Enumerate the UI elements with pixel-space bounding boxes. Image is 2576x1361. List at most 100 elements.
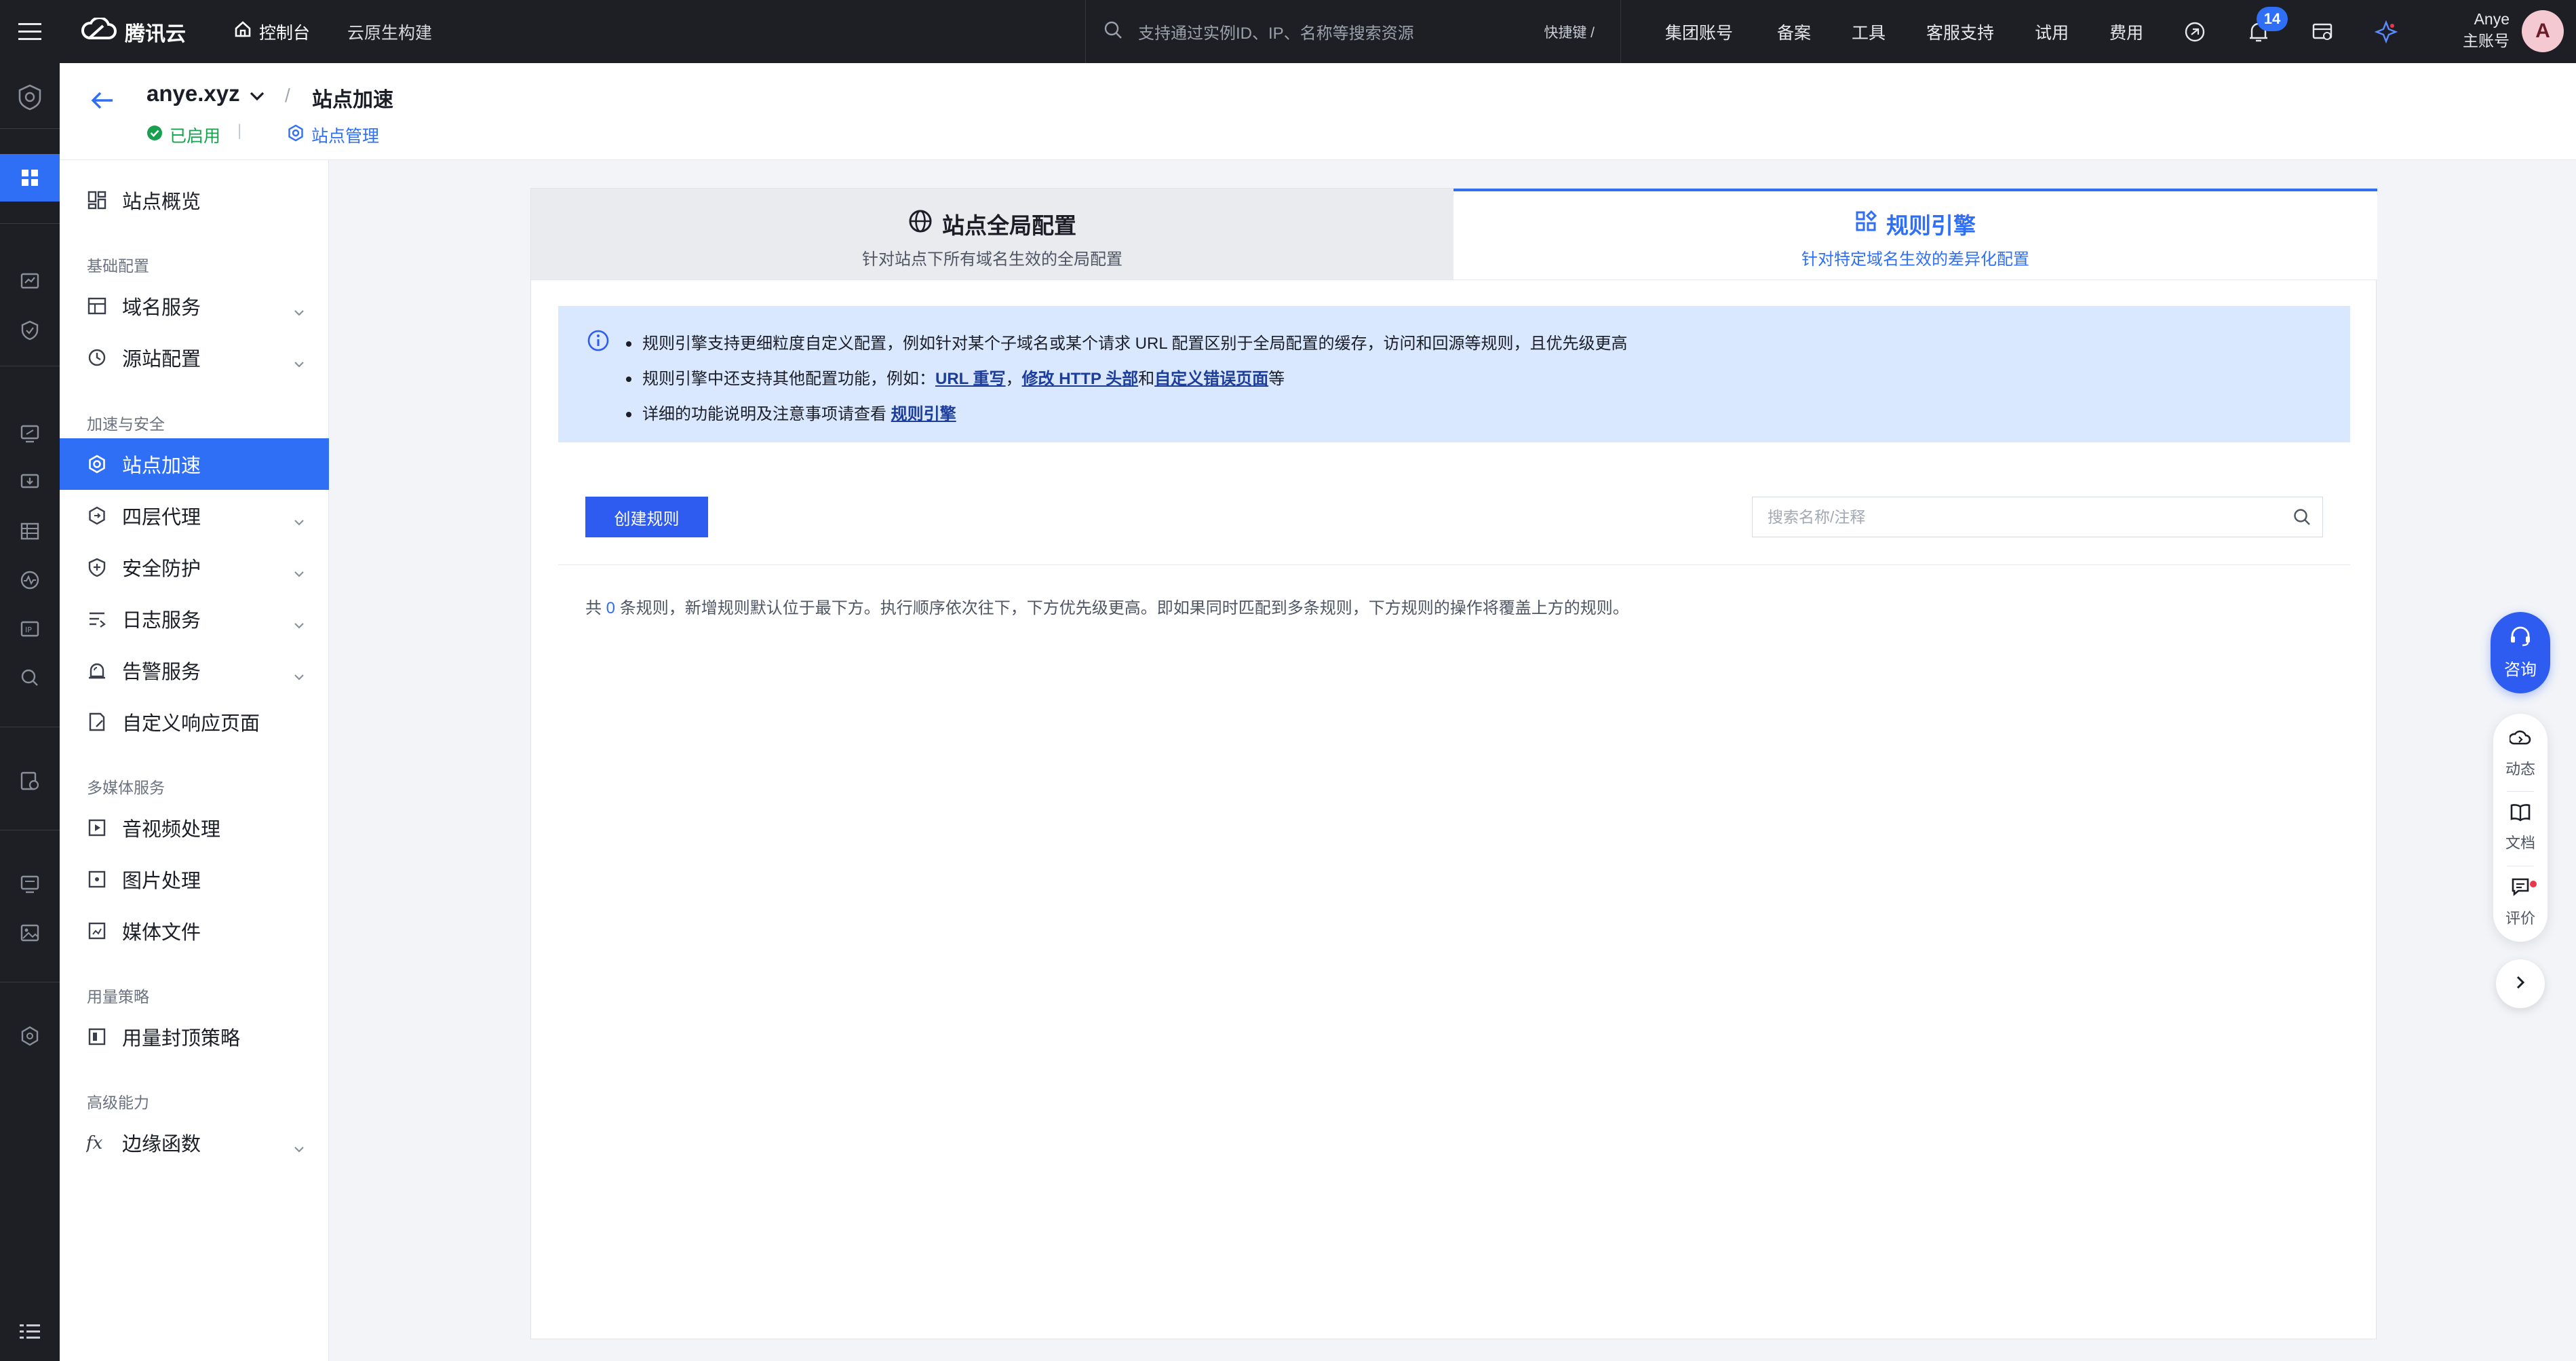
page-header: anye.xyz / 站点加速 已启用 | 站点管理 <box>60 63 2576 160</box>
tab-rule-engine-subtitle: 针对特定域名生效的差异化配置 <box>1801 250 2029 269</box>
link-icon[interactable] <box>2181 18 2209 46</box>
rail-chat-icon[interactable] <box>0 864 60 904</box>
sidebar-item-av-processing[interactable]: 音视频处理 <box>60 802 329 854</box>
message-icon[interactable] <box>2308 18 2337 46</box>
nav-trial[interactable]: 试用 <box>2035 20 2069 44</box>
rail-shield-icon[interactable] <box>0 310 60 351</box>
cloud-native-link[interactable]: 云原生构建 <box>347 20 432 44</box>
nav-filing[interactable]: 备案 <box>1777 20 1811 44</box>
user-info[interactable]: Anye 主账号 <box>2448 8 2510 52</box>
brand-logo[interactable]: 腾讯云 <box>80 16 186 47</box>
consult-button[interactable]: 咨询 <box>2491 612 2550 693</box>
site-management-link[interactable]: 站点管理 <box>287 123 379 147</box>
global-search-placeholder: 支持通过实例ID、IP、名称等搜索资源 <box>1138 24 1414 43</box>
site-selector[interactable]: anye.xyz <box>147 81 265 107</box>
docs-button[interactable]: 文档 <box>2493 794 2548 862</box>
rail-image-icon[interactable] <box>0 913 60 953</box>
http-header-link[interactable]: 修改 HTTP 头部 <box>1022 370 1139 388</box>
back-arrow-icon[interactable] <box>85 83 119 117</box>
dashboard-icon <box>85 189 109 212</box>
usage-icon <box>85 1025 109 1048</box>
status-separator: | <box>237 121 242 140</box>
proxy-icon <box>85 504 109 527</box>
product-rail: IP <box>0 63 60 1361</box>
rail-search-icon[interactable] <box>0 657 60 698</box>
sidebar-group-basic: 基础配置 <box>87 257 149 275</box>
rail-edgeone-icon[interactable] <box>0 77 60 117</box>
collapse-float-button[interactable] <box>2496 959 2545 1008</box>
sidebar-item-usage-cap[interactable]: 用量封顶策略 <box>60 1011 329 1062</box>
console-link[interactable]: 控制台 <box>233 20 310 44</box>
user-role: 主账号 <box>2463 32 2510 50</box>
book-icon <box>2510 803 2531 826</box>
rail-table-icon[interactable] <box>0 511 60 552</box>
sidebar-item-domain-service[interactable]: 域名服务 <box>60 280 329 332</box>
news-button[interactable]: 动态 <box>2493 719 2548 787</box>
sidebar-item-image-processing[interactable]: 图片处理 <box>60 854 329 905</box>
rail-download-icon[interactable] <box>0 462 60 503</box>
globe-icon <box>908 209 933 239</box>
url-rewrite-link[interactable]: URL 重写 <box>935 370 1006 388</box>
feedback-icon <box>2510 877 2531 901</box>
svg-text:fx: fx <box>86 1133 103 1153</box>
shield-icon <box>85 556 109 579</box>
rail-pulse-icon[interactable] <box>0 560 60 600</box>
sidebar-item-edge-functions[interactable]: fx 边缘函数 <box>60 1117 329 1168</box>
rail-dashboard-icon[interactable] <box>0 154 60 202</box>
history-icon <box>85 346 109 369</box>
notice-line-1: 规则引擎支持更细粒度自定义配置，例如针对某个子域名或某个请求 URL 配置区别于… <box>626 326 1627 362</box>
nav-group-account[interactable]: 集团账号 <box>1665 20 1733 44</box>
notice-line-3: 详细的功能说明及注意事项请查看 规则引擎 <box>626 397 1627 432</box>
news-icon <box>2508 727 2531 752</box>
alarm-icon <box>85 659 109 682</box>
search-icon <box>1103 20 1123 43</box>
sidebar-item-alarm-service[interactable]: 告警服务 <box>60 645 329 696</box>
sidebar-item-security[interactable]: 安全防护 <box>60 541 329 593</box>
sidebar-item-site-accel[interactable]: 站点加速 <box>60 438 329 490</box>
brand-name: 腾讯云 <box>125 22 186 45</box>
tab-global-config[interactable]: 站点全局配置 针对站点下所有域名生效的全局配置 <box>531 189 1453 280</box>
rail-config-icon[interactable] <box>0 761 60 801</box>
sidebar-item-log-service[interactable]: 日志服务 <box>60 593 329 645</box>
feedback-dot <box>2530 881 2537 887</box>
nav-tools[interactable]: 工具 <box>1852 20 1886 44</box>
sidebar-item-origin-config[interactable]: 源站配置 <box>60 332 329 383</box>
rail-screen-icon[interactable] <box>0 413 60 454</box>
svg-text:IP: IP <box>25 626 32 634</box>
rule-engine-icon <box>1855 210 1877 237</box>
check-circle-icon <box>147 125 163 146</box>
hamburger-menu-icon[interactable] <box>0 0 60 63</box>
rail-ip-icon[interactable]: IP <box>0 609 60 649</box>
sidebar-item-overview[interactable]: 站点概览 <box>60 174 329 226</box>
tab-rule-engine-title: 规则引擎 <box>1886 213 1976 238</box>
nav-billing[interactable]: 费用 <box>2109 20 2143 44</box>
info-notice: 规则引擎支持更细粒度自定义配置，例如针对某个子域名或某个请求 URL 配置区别于… <box>558 306 2350 442</box>
bell-icon[interactable]: 14 <box>2244 6 2288 46</box>
create-rule-button[interactable]: 创建规则 <box>585 497 708 537</box>
info-icon <box>587 329 610 356</box>
custom-error-link[interactable]: 自定义错误页面 <box>1154 370 1268 388</box>
rail-monitor-icon[interactable] <box>0 261 60 302</box>
tab-rule-engine[interactable]: 规则引擎 针对特定域名生效的差异化配置 <box>1453 189 2377 280</box>
search-icon[interactable] <box>2282 507 2322 526</box>
sidebar-item-media-files[interactable]: 媒体文件 <box>60 905 329 957</box>
chevron-down-icon <box>294 509 305 531</box>
rail-collapse-icon[interactable] <box>0 1311 60 1352</box>
nav-support[interactable]: 客服支持 <box>1926 20 1994 44</box>
sidebar-item-custom-response[interactable]: 自定义响应页面 <box>60 696 329 748</box>
global-search[interactable]: 支持通过实例ID、IP、名称等搜索资源 快捷键 / <box>1085 0 1621 63</box>
main-card: 站点全局配置 针对站点下所有域名生效的全局配置 规则引擎 针对特定域名生效的差异… <box>530 188 2377 1339</box>
sidebar-item-l4-proxy[interactable]: 四层代理 <box>60 490 329 541</box>
rule-engine-doc-link[interactable]: 规则引擎 <box>891 405 956 423</box>
headset-icon <box>2509 626 2532 652</box>
ai-assistant-icon[interactable] <box>2372 18 2400 46</box>
rule-search-input[interactable] <box>1768 507 2282 526</box>
top-bar: 腾讯云 控制台 云原生构建 支持通过实例ID、IP、名称等搜索资源 快捷键 / … <box>0 0 2576 63</box>
rail-hexagon-icon[interactable] <box>0 1016 60 1056</box>
shortcut-hint: 快捷键 / <box>1544 24 1595 41</box>
notification-badge: 14 <box>2257 6 2288 31</box>
chevron-down-icon <box>294 1136 305 1158</box>
feedback-button[interactable]: 评价 <box>2493 868 2548 936</box>
avatar[interactable]: A <box>2522 10 2564 52</box>
gear-icon <box>287 124 305 147</box>
